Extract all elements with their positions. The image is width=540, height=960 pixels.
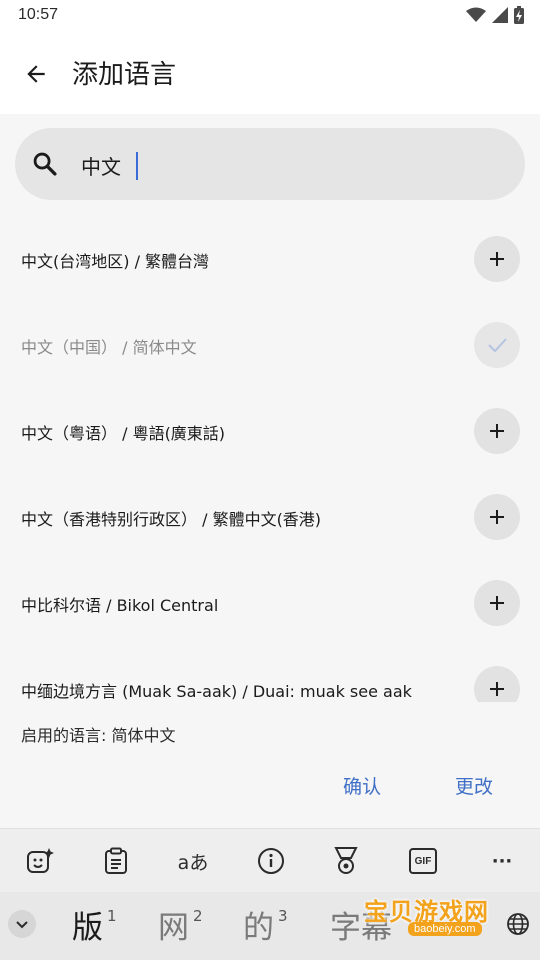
plus-icon (490, 596, 504, 610)
change-button[interactable]: 更改 (455, 772, 493, 799)
gif-button[interactable]: GIF (407, 845, 439, 877)
candidate-word[interactable]: 网2 (158, 902, 203, 947)
battery-charging-icon (514, 6, 524, 24)
info-button[interactable] (255, 845, 287, 877)
candidate-text: 网 (158, 910, 189, 946)
collapse-keyboard-button[interactable] (8, 910, 36, 938)
watermark-logo: 宝贝游戏网 baobeiy.com (364, 882, 512, 942)
plus-icon (490, 510, 504, 524)
candidate-index: 2 (193, 906, 203, 925)
plus-icon (490, 424, 504, 438)
language-label: 中文（粤语） / 粵語(廣東話) (21, 424, 226, 443)
language-row[interactable]: 中文（香港特别行政区） / 繁體中文(香港) (0, 472, 540, 558)
more-icon: ··· (491, 850, 513, 872)
add-language-button[interactable] (474, 236, 520, 282)
candidate-word[interactable]: 的3 (243, 902, 288, 947)
emoji-sparkle-icon (27, 848, 54, 873)
search-icon (33, 152, 57, 176)
gif-icon: GIF (409, 848, 437, 874)
check-icon (488, 338, 507, 353)
add-language-button[interactable] (474, 580, 520, 626)
language-label: 中文(台湾地区) / 繁體台灣 (21, 252, 210, 271)
wifi-icon (466, 7, 486, 22)
language-label: 中比科尔语 / Bikol Central (21, 596, 219, 615)
app-bar: 添加语言 (0, 32, 540, 114)
language-row[interactable]: 中比科尔语 / Bikol Central (0, 558, 540, 644)
status-icons (466, 6, 524, 24)
emoji-button[interactable] (24, 845, 56, 877)
candidate-text: 版 (72, 910, 103, 946)
enabled-languages-text: 启用的语言: 简体中文 (21, 726, 176, 745)
confirm-button[interactable]: 确认 (343, 772, 381, 799)
add-language-button[interactable] (474, 494, 520, 540)
more-button[interactable]: ··· (486, 845, 518, 877)
status-time: 10:57 (18, 6, 59, 23)
search-bar[interactable] (15, 128, 525, 200)
watermark-url: baobeiy.com (408, 922, 482, 936)
add-language-button[interactable] (474, 666, 520, 702)
candidate-index: 1 (107, 906, 117, 925)
candidate-text: 的 (243, 910, 274, 946)
language-row[interactable]: 中文（粤语） / 粵語(廣東話) (0, 386, 540, 472)
medal-button[interactable] (330, 845, 362, 877)
page-title: 添加语言 (72, 60, 177, 90)
language-list: 中文(台湾地区) / 繁體台灣 中文（中国） / 简体中文 中文（粤语） / 粵… (0, 214, 540, 702)
language-label: 中文（香港特别行政区） / 繁體中文(香港) (21, 510, 322, 529)
language-row: 中文（中国） / 简体中文 (0, 300, 540, 386)
language-label: 中文（中国） / 简体中文 (21, 338, 197, 357)
medal-icon (334, 847, 358, 874)
chevron-down-icon (16, 921, 28, 929)
language-row[interactable]: 中缅边境方言 (Muak Sa-aak) / Duai: muak see aa… (0, 644, 540, 702)
language-label: 中缅边境方言 (Muak Sa-aak) / Duai: muak see aa… (21, 682, 412, 701)
arrow-left-icon (27, 65, 45, 83)
candidate-word[interactable]: 版1 (72, 902, 117, 947)
plus-icon (490, 682, 504, 696)
language-added-indicator (474, 322, 520, 368)
status-bar: 10:57 (0, 0, 540, 32)
info-icon (258, 848, 284, 874)
signal-icon (492, 7, 508, 23)
clipboard-icon (105, 847, 127, 874)
translate-icon: aあ (177, 851, 209, 874)
plus-icon (490, 252, 504, 266)
translate-button[interactable]: aあ (177, 845, 209, 877)
candidate-index: 3 (278, 906, 288, 925)
language-row[interactable]: 中文(台湾地区) / 繁體台灣 (0, 214, 540, 300)
search-input[interactable] (81, 150, 481, 180)
text-cursor (136, 152, 138, 180)
back-button[interactable] (16, 54, 56, 94)
clipboard-button[interactable] (100, 845, 132, 877)
add-language-button[interactable] (474, 408, 520, 454)
